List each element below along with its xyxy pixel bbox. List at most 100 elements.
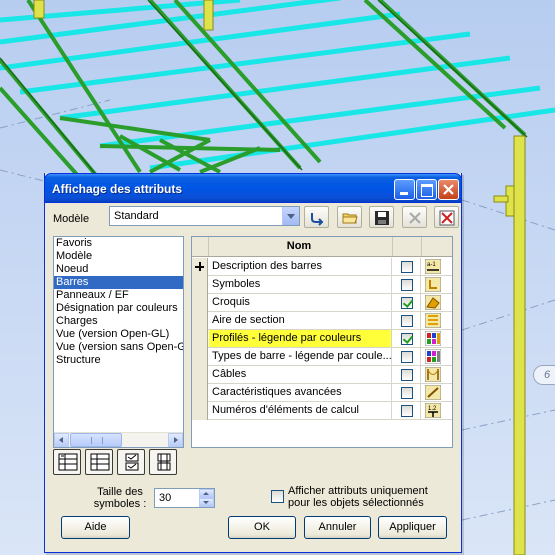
section-area-icon xyxy=(424,312,442,329)
filter-icon xyxy=(439,210,455,226)
save-button[interactable] xyxy=(369,206,394,228)
selected-only-label-line2: pour les objets sélectionnés xyxy=(288,497,424,509)
row-gutter xyxy=(192,348,208,366)
scroll-right-icon[interactable] xyxy=(168,433,183,447)
cancel-button[interactable]: Annuler xyxy=(304,516,371,539)
row-checkbox[interactable] xyxy=(401,333,413,345)
attributes-display-dialog: Affichage des attributs Modèle Standard … xyxy=(44,173,462,553)
dialog-title: Affichage des attributs xyxy=(52,182,183,196)
check-all-icon xyxy=(125,453,139,471)
scrollbar-thumb[interactable] xyxy=(70,433,122,447)
close-button[interactable] xyxy=(438,179,459,200)
row-checkbox-cell xyxy=(393,384,421,401)
row-checkbox-cell xyxy=(393,312,421,329)
open-button[interactable] xyxy=(337,206,362,228)
row-gutter xyxy=(192,276,208,294)
selected-only-checkbox[interactable] xyxy=(271,490,284,503)
grid-row[interactable]: Croquis xyxy=(192,294,452,312)
element-numbers-icon: 1.2 xyxy=(424,402,442,419)
row-gutter xyxy=(192,402,208,420)
grid-axis-label: 6 xyxy=(533,365,555,385)
symbol-size-label-line1: Taille des xyxy=(97,486,143,498)
uncheck-all-button[interactable] xyxy=(149,449,177,475)
ok-button[interactable]: OK xyxy=(228,516,296,539)
expand-plus-icon[interactable] xyxy=(192,258,208,276)
sketch-icon xyxy=(424,294,442,311)
row-checkbox[interactable] xyxy=(401,297,413,309)
row-checkbox-cell xyxy=(393,294,421,311)
category-item[interactable]: Barres xyxy=(54,276,183,289)
category-item[interactable]: Noeud xyxy=(54,263,183,276)
row-checkbox[interactable] xyxy=(401,261,413,273)
bar-description-icon: a-1 xyxy=(424,258,442,275)
row-gutter xyxy=(192,330,208,348)
row-checkbox-cell xyxy=(393,330,421,347)
category-item[interactable]: Vue (version sans Open-GL) xyxy=(54,341,183,354)
save-icon xyxy=(375,211,389,225)
category-item[interactable]: Favoris xyxy=(54,237,183,250)
category-item[interactable]: Vue (version Open-GL) xyxy=(54,328,183,341)
modele-label: Modèle xyxy=(53,213,90,225)
minimize-button[interactable] xyxy=(394,179,415,200)
category-item[interactable]: Panneaux / EF xyxy=(54,289,183,302)
row-checkbox-cell xyxy=(393,402,421,419)
category-list-scrollbar[interactable] xyxy=(54,432,183,447)
row-checkbox[interactable] xyxy=(401,387,413,399)
delete-button[interactable] xyxy=(402,206,427,228)
grid-row[interactable]: Aire de section xyxy=(192,312,452,330)
check-all-button[interactable] xyxy=(117,449,145,475)
grid-row[interactable]: Caractéristiques avancées xyxy=(192,384,452,402)
column-header-nom: Nom xyxy=(286,240,312,252)
load-button[interactable] xyxy=(304,206,329,228)
select-all-button[interactable] xyxy=(53,449,81,475)
filter-button[interactable] xyxy=(434,206,459,228)
symbol-size-input[interactable]: 30 xyxy=(154,488,215,508)
dialog-titlebar[interactable]: Affichage des attributs xyxy=(44,173,462,203)
row-gutter xyxy=(192,294,208,312)
grid-row[interactable]: Description des barres a-1 xyxy=(192,258,452,276)
grid-select-none-icon xyxy=(90,453,110,471)
category-list[interactable]: Favoris Modèle Noeud Barres Panneaux / EF Dés… xyxy=(53,236,184,448)
modele-dropdown[interactable]: Standard xyxy=(109,206,300,226)
row-checkbox[interactable] xyxy=(401,405,413,417)
category-item[interactable]: Structure xyxy=(54,354,183,367)
category-item[interactable]: Charges xyxy=(54,315,183,328)
row-gutter xyxy=(192,384,208,402)
svg-text:1.2: 1.2 xyxy=(428,406,437,412)
modele-value: Standard xyxy=(114,210,159,222)
help-button[interactable]: Aide xyxy=(61,516,130,539)
scroll-left-icon[interactable] xyxy=(54,433,69,447)
row-name: Symboles xyxy=(209,276,392,293)
grid-select-all-icon xyxy=(58,453,78,471)
row-checkbox[interactable] xyxy=(401,315,413,327)
maximize-button[interactable] xyxy=(416,179,437,200)
row-checkbox[interactable] xyxy=(401,279,413,291)
row-name: Croquis xyxy=(209,294,392,311)
grid-row[interactable]: Profilés - légende par couleurs xyxy=(192,330,452,348)
spin-up-icon[interactable] xyxy=(199,489,214,498)
grid-row[interactable]: Symboles xyxy=(192,276,452,294)
delete-icon xyxy=(409,212,421,224)
row-checkbox-cell xyxy=(393,366,421,383)
grid-row[interactable]: Câbles xyxy=(192,366,452,384)
category-item[interactable]: Modèle xyxy=(54,250,183,263)
row-name: Câbles xyxy=(209,366,392,383)
row-gutter xyxy=(192,366,208,384)
chevron-down-icon[interactable] xyxy=(282,207,299,225)
row-name: Description des barres xyxy=(209,258,392,275)
spin-down-icon[interactable] xyxy=(199,498,214,507)
row-checkbox[interactable] xyxy=(401,369,413,381)
row-checkbox[interactable] xyxy=(401,351,413,363)
symbol-size-spinner[interactable] xyxy=(199,489,214,507)
selected-only-label-line1: Afficher attributs uniquement xyxy=(288,485,428,497)
grid-row[interactable]: Numéros d'éléments de calcul 1.2 xyxy=(192,402,452,420)
attributes-grid[interactable]: Nom Description des barres a-1 Symboles Cro… xyxy=(191,236,453,448)
symbol-size-label-line2: symboles : xyxy=(93,498,147,510)
row-checkbox-cell xyxy=(393,348,421,365)
symbol-size-value: 30 xyxy=(159,492,172,504)
category-item[interactable]: Désignation par couleurs xyxy=(54,302,183,315)
apply-button[interactable]: Appliquer xyxy=(378,516,447,539)
row-gutter xyxy=(192,312,208,330)
grid-row[interactable]: Types de barre - légende par coule... xyxy=(192,348,452,366)
select-none-button[interactable] xyxy=(85,449,113,475)
